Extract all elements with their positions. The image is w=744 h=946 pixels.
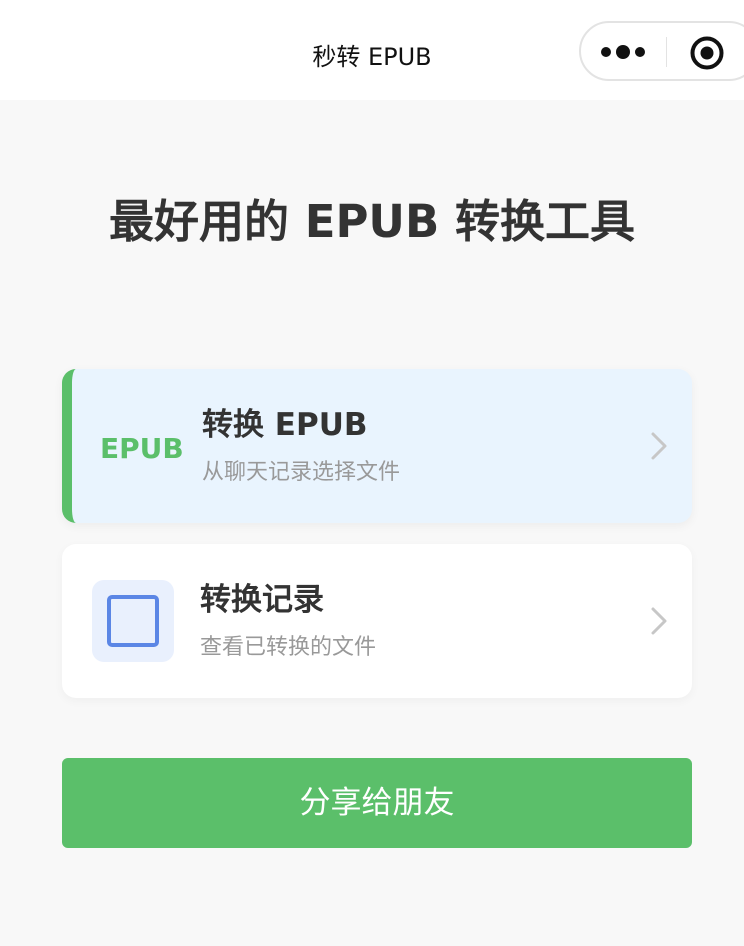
square-outline-icon xyxy=(107,595,159,647)
history-icon-box xyxy=(92,580,174,662)
capsule-divider xyxy=(666,37,667,67)
conversion-history-title: 转换记录 xyxy=(200,582,324,618)
share-button[interactable]: 分享给朋友 xyxy=(62,758,692,848)
headline: 最好用的 EPUB 转换工具 xyxy=(109,195,635,248)
epub-badge: EPUB xyxy=(100,432,184,465)
conversion-history-subtitle: 查看已转换的文件 xyxy=(200,635,377,660)
convert-epub-subtitle: 从聊天记录选择文件 xyxy=(202,460,401,485)
chevron-right-icon xyxy=(651,432,667,460)
convert-epub-title: 转换 EPUB xyxy=(202,407,368,443)
conversion-history-card[interactable]: 转换记录 查看已转换的文件 xyxy=(62,544,692,698)
record-circle-icon[interactable] xyxy=(689,35,725,71)
chevron-right-icon xyxy=(651,607,667,635)
menu-capsule xyxy=(579,21,744,81)
more-dots-icon[interactable] xyxy=(599,43,649,61)
convert-epub-card[interactable]: EPUB 转换 EPUB 从聊天记录选择文件 xyxy=(62,369,692,523)
navigation-bar: 秒转 EPUB xyxy=(0,0,744,100)
